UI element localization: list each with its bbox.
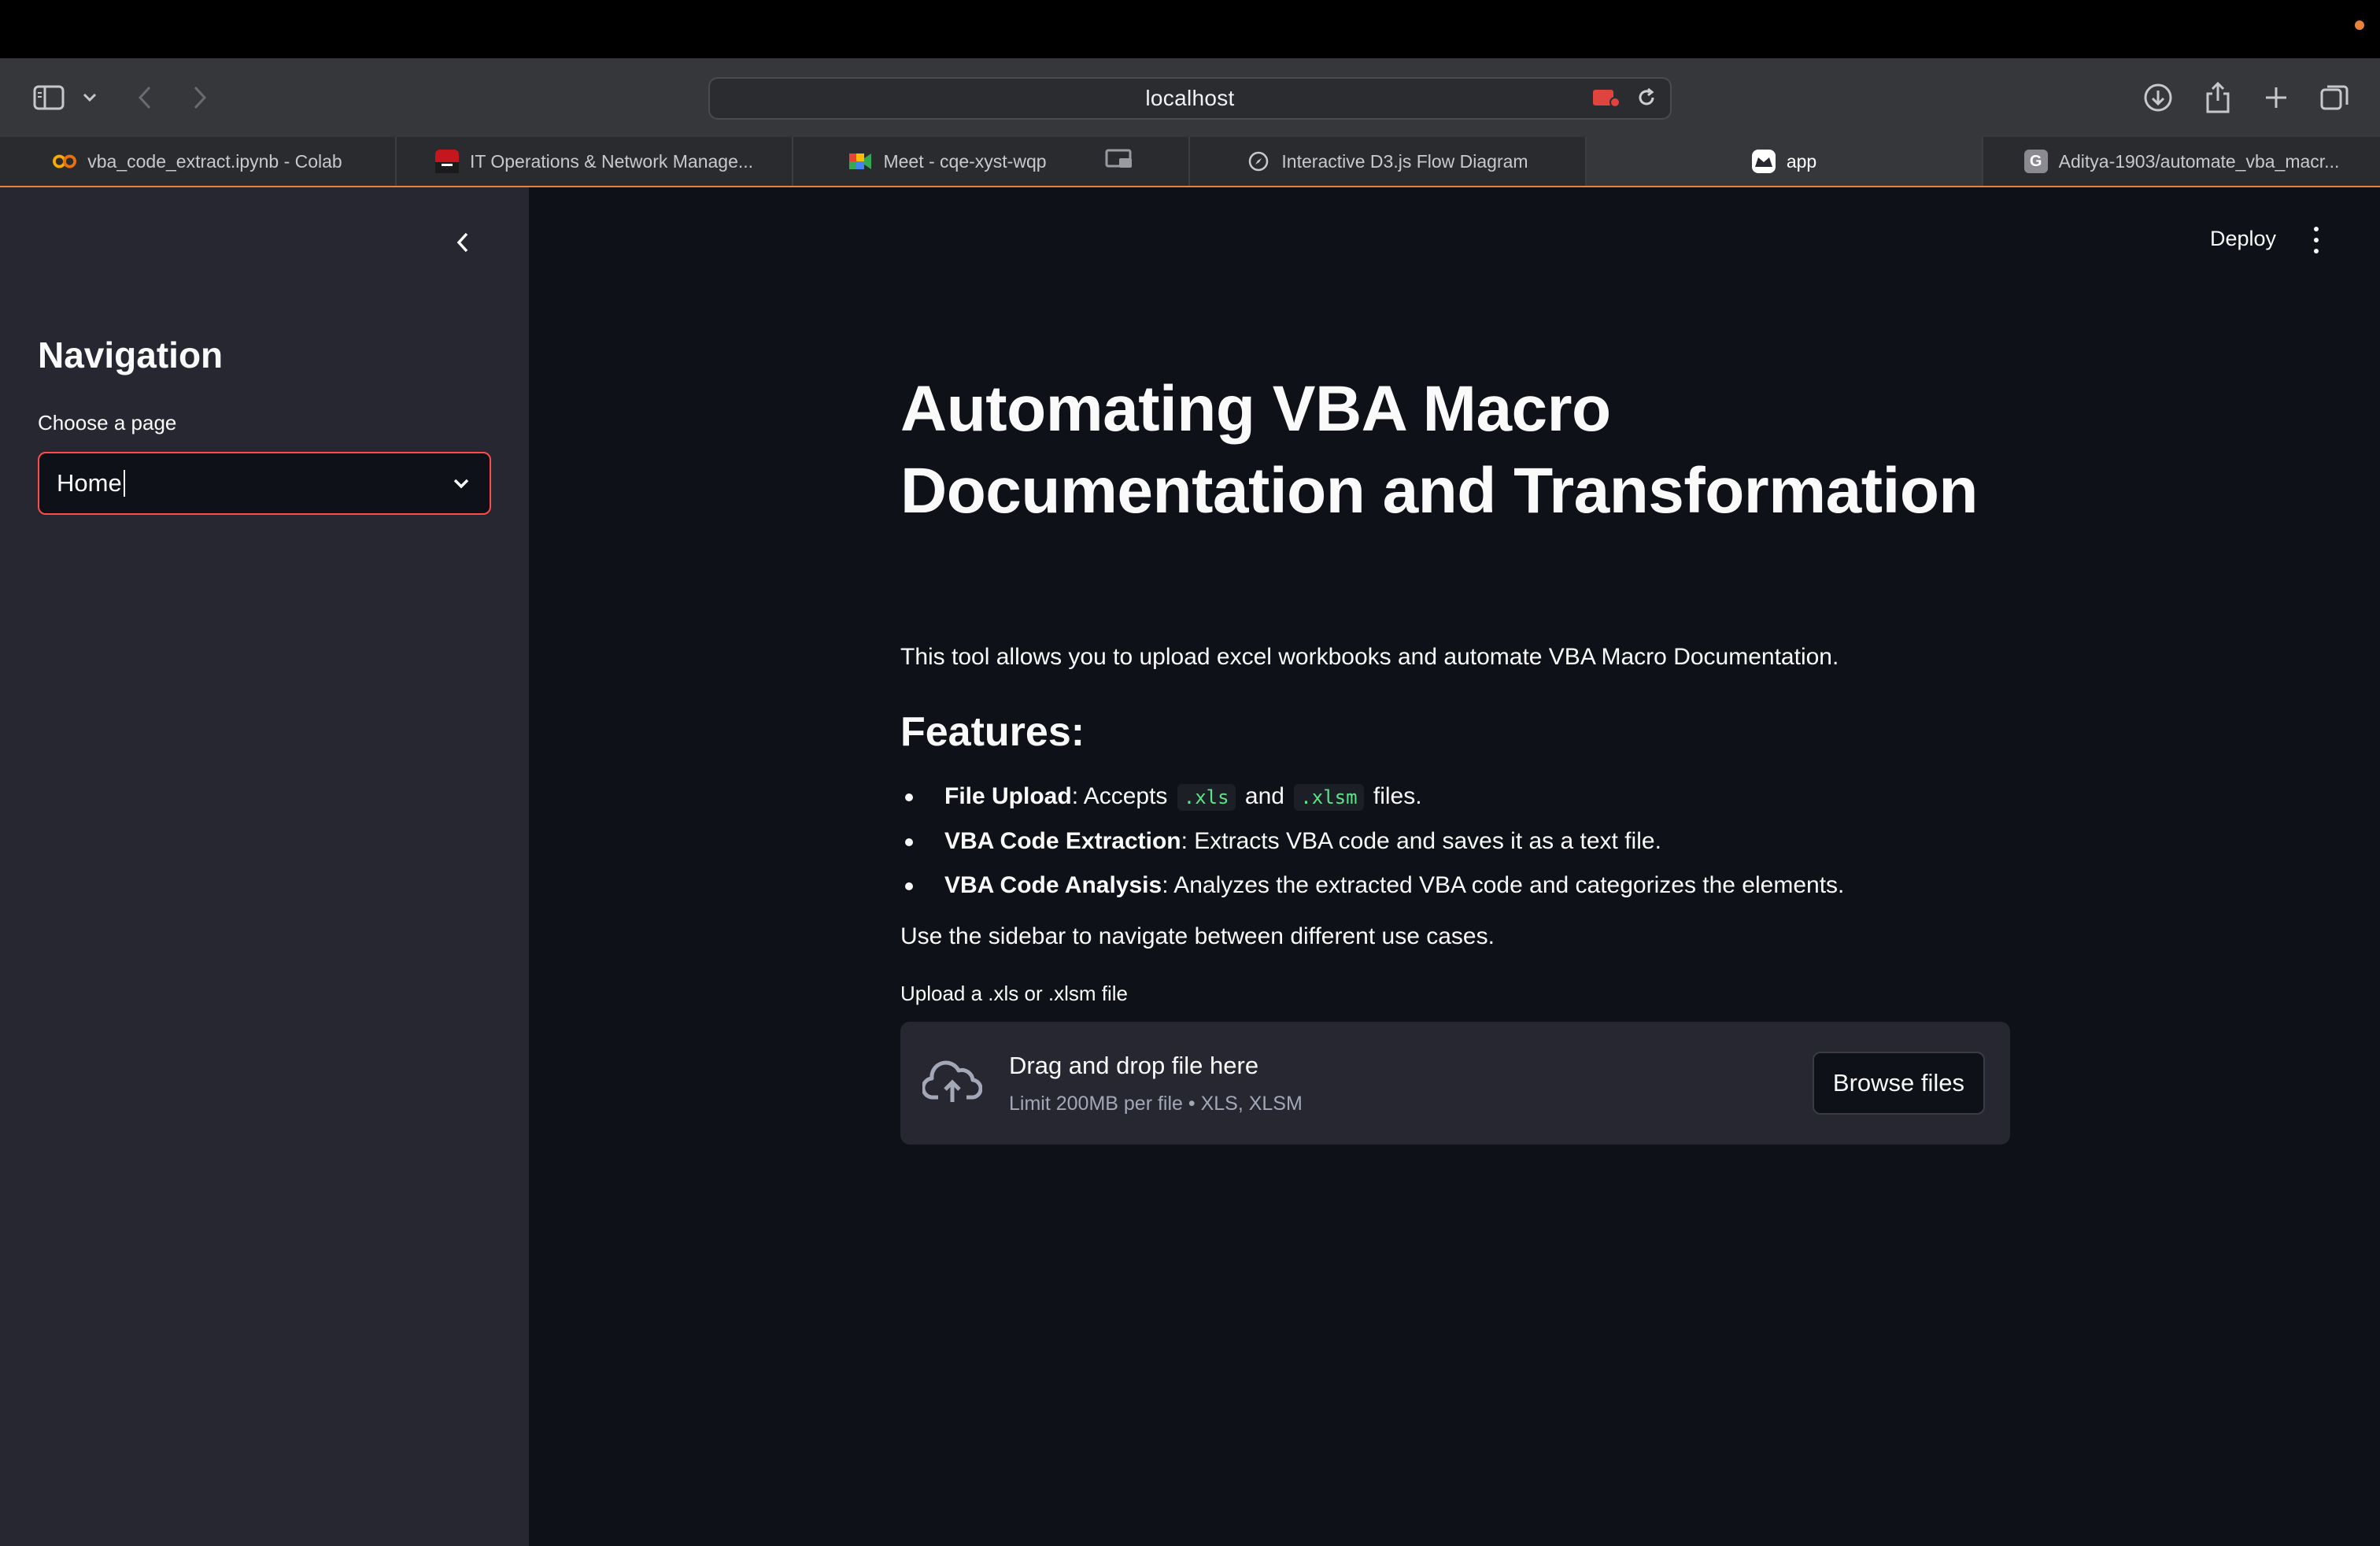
chevron-down-icon[interactable] bbox=[452, 472, 471, 498]
tab-label: app bbox=[1786, 150, 1817, 172]
intro-text: This tool allows you to upload excel wor… bbox=[900, 644, 1839, 670]
page-select-value: Home bbox=[57, 469, 122, 497]
feature-text: : Extracts VBA code and saves it as a te… bbox=[1181, 828, 1661, 854]
code-xlsm: .xlsm bbox=[1294, 784, 1364, 811]
site-icon bbox=[434, 150, 459, 173]
downloads-icon[interactable] bbox=[2142, 82, 2174, 113]
tab-app[interactable]: app bbox=[1587, 137, 1983, 186]
feature-name: File Upload bbox=[944, 783, 1072, 809]
dropzone-title: Drag and drop file here bbox=[1009, 1052, 1259, 1079]
text-cursor bbox=[123, 470, 125, 497]
tab-label: Aditya-1903/automate_vba_macr... bbox=[2058, 150, 2340, 172]
share-icon[interactable] bbox=[2202, 80, 2234, 115]
reload-icon[interactable] bbox=[1635, 87, 1658, 113]
feature-text: : Analyzes the extracted VBA code and ca… bbox=[1162, 872, 1845, 898]
browse-files-button[interactable]: Browse files bbox=[1812, 1052, 1985, 1115]
address-bar[interactable]: localhost bbox=[708, 77, 1672, 120]
sidebar-title: Navigation bbox=[38, 335, 224, 375]
page-select-label: Choose a page bbox=[38, 411, 177, 435]
page-select[interactable]: Home bbox=[38, 452, 491, 515]
browser-toolbar: localhost bbox=[0, 58, 2380, 137]
collapse-sidebar-button[interactable] bbox=[447, 227, 479, 258]
tab-github[interactable]: G Aditya-1903/automate_vba_macr... bbox=[1983, 137, 2380, 186]
chevron-left-icon bbox=[456, 232, 468, 253]
features-heading: Features: bbox=[900, 709, 1085, 755]
colab-icon bbox=[53, 150, 77, 173]
camera-blocked-icon[interactable] bbox=[1591, 87, 1621, 113]
menu-strip bbox=[0, 0, 2380, 58]
cloud-upload-icon bbox=[921, 1056, 983, 1111]
tab-colab[interactable]: vba_code_extract.ipynb - Colab bbox=[0, 137, 397, 186]
tab-label: vba_code_extract.ipynb - Colab bbox=[87, 150, 342, 172]
github-icon: G bbox=[2023, 150, 2048, 173]
forward-icon[interactable] bbox=[187, 83, 213, 112]
sidebar: Navigation Choose a page Home bbox=[0, 187, 529, 1546]
list-item: VBA Code Extraction: Extracts VBA code a… bbox=[900, 819, 2010, 864]
dropzone-limit: Limit 200MB per file • XLS, XLSM bbox=[1009, 1093, 1303, 1115]
chevron-down-icon[interactable] bbox=[80, 88, 99, 107]
tab-overview-icon[interactable] bbox=[2319, 82, 2350, 113]
code-xls: .xls bbox=[1177, 784, 1236, 811]
list-item: VBA Code Analysis: Analyzes the extracte… bbox=[900, 864, 2010, 908]
list-item: File Upload: Accepts .xls and .xlsm file… bbox=[900, 775, 2010, 819]
main-content: Automating VBA Macro Documentation and T… bbox=[900, 368, 2010, 1145]
file-dropzone[interactable]: Drag and drop file here Limit 200MB per … bbox=[900, 1022, 2010, 1145]
tab-it-operations[interactable]: IT Operations & Network Manage... bbox=[397, 137, 793, 186]
page-title: Automating VBA Macro Documentation and T… bbox=[900, 373, 1979, 527]
main-area: Deploy Automating VBA Macro Documentatio… bbox=[529, 187, 2380, 1546]
feature-text: and bbox=[1238, 783, 1292, 809]
deploy-button[interactable]: Deploy bbox=[2210, 227, 2276, 251]
screen-share-icon bbox=[1105, 149, 1133, 174]
meet-icon bbox=[848, 150, 872, 173]
feature-name: VBA Code Extraction bbox=[944, 828, 1181, 854]
feature-text: files. bbox=[1366, 783, 1422, 809]
tab-label: Meet - cqe-xyst-wqp bbox=[883, 150, 1047, 172]
screen: localhost vba_code_extract.ipynb - Colab… bbox=[0, 0, 2380, 1546]
url-text: localhost bbox=[1145, 86, 1235, 110]
main-menu-icon[interactable] bbox=[2304, 227, 2328, 253]
tab-label: IT Operations & Network Manage... bbox=[469, 150, 754, 172]
back-icon[interactable] bbox=[132, 83, 157, 112]
sidebar-toggle-icon[interactable] bbox=[30, 83, 68, 112]
compass-icon bbox=[1247, 150, 1270, 173]
streamlit-icon bbox=[1751, 150, 1776, 173]
feature-name: VBA Code Analysis bbox=[944, 872, 1162, 898]
features-list: File Upload: Accepts .xls and .xlsm file… bbox=[900, 775, 2010, 908]
tab-label: Interactive D3.js Flow Diagram bbox=[1281, 150, 1528, 172]
tab-strip: vba_code_extract.ipynb - Colab IT Operat… bbox=[0, 137, 2380, 187]
tab-meet[interactable]: Meet - cqe-xyst-wqp bbox=[793, 137, 1190, 186]
new-tab-icon[interactable] bbox=[2260, 82, 2292, 113]
tab-d3-flow[interactable]: Interactive D3.js Flow Diagram bbox=[1190, 137, 1587, 186]
upload-label: Upload a .xls or .xlsm file bbox=[900, 982, 1128, 1005]
recording-indicator-icon bbox=[2355, 20, 2364, 30]
feature-text: : Accepts bbox=[1071, 783, 1174, 809]
navigation-hint: Use the sidebar to navigate between diff… bbox=[900, 923, 1495, 949]
